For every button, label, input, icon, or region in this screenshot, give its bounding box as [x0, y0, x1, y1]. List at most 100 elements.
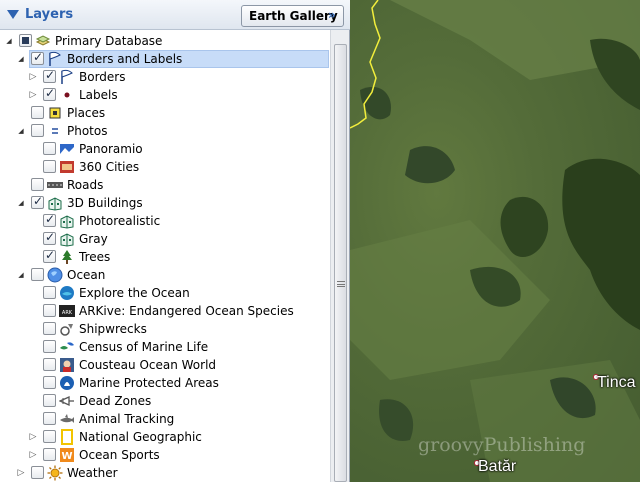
tree-row[interactable]: ▷ W Ocean Sports — [0, 446, 330, 464]
tree-row[interactable]: Trees — [0, 248, 330, 266]
scrollbar-grip-icon — [337, 281, 345, 287]
collapsed-arrow-icon[interactable]: ▷ — [28, 431, 38, 443]
layer-checkbox[interactable] — [19, 34, 32, 47]
tree-row-label[interactable]: 3D Buildings — [67, 196, 143, 210]
layers-title: Layers — [25, 7, 74, 22]
tree-row[interactable]: Cousteau Ocean World — [0, 356, 330, 374]
tree-row-label[interactable]: Explore the Ocean — [79, 286, 190, 300]
tree-row[interactable]: ▷ National Geographic — [0, 428, 330, 446]
tree-row-label[interactable]: National Geographic — [79, 430, 202, 444]
tree-row-label[interactable]: Borders — [79, 70, 125, 84]
tree-row-label[interactable]: Shipwrecks — [79, 322, 147, 336]
tree-row[interactable]: Marine Protected Areas — [0, 374, 330, 392]
layer-checkbox[interactable] — [31, 466, 44, 479]
tree-row-label[interactable]: ARKive: Endangered Ocean Species — [79, 304, 294, 318]
layer-checkbox[interactable] — [43, 304, 56, 317]
collapse-triangle-icon[interactable] — [7, 10, 19, 19]
tree-row-label[interactable]: Photorealistic — [79, 214, 160, 228]
tree-row[interactable]: ▷ Borders — [0, 68, 330, 86]
collapsed-arrow-icon[interactable]: ▷ — [16, 467, 26, 479]
scrollbar-thumb[interactable] — [334, 44, 347, 482]
tree-row[interactable]: ◢ 3D Buildings — [0, 194, 330, 212]
tree-row[interactable]: ◢ Ocean — [0, 266, 330, 284]
layers-panel: Layers Earth Gallery » ◢ Primary Database… — [0, 0, 350, 482]
layer-checkbox[interactable] — [31, 178, 44, 191]
layer-checkbox[interactable] — [43, 358, 56, 371]
tree-row-label[interactable]: Roads — [67, 178, 103, 192]
layer-checkbox[interactable] — [43, 86, 56, 101]
layer-checkbox[interactable] — [31, 194, 44, 209]
expanded-arrow-icon[interactable]: ◢ — [16, 125, 26, 137]
layer-checkbox[interactable] — [43, 212, 56, 227]
expanded-arrow-icon[interactable]: ◢ — [16, 53, 26, 65]
layer-checkbox[interactable] — [43, 448, 56, 461]
layer-checkbox[interactable] — [31, 268, 44, 281]
tree-row[interactable]: Dead Zones — [0, 392, 330, 410]
layer-checkbox[interactable] — [43, 68, 56, 83]
tree-row-label[interactable]: Borders and Labels — [67, 52, 182, 66]
tree-row[interactable]: ▷ Labels — [0, 86, 330, 104]
tree-row[interactable]: Animal Tracking — [0, 410, 330, 428]
tree-row-label[interactable]: Marine Protected Areas — [79, 376, 219, 390]
place-label-tinca[interactable]: Tinca — [597, 374, 636, 392]
layer-checkbox[interactable] — [43, 340, 56, 353]
layer-checkbox[interactable] — [31, 50, 44, 65]
collapsed-arrow-icon[interactable]: ▷ — [28, 71, 38, 83]
photos-icon — [47, 123, 63, 139]
layer-checkbox[interactable] — [43, 248, 56, 263]
tree-row-label[interactable]: Labels — [79, 88, 118, 102]
expanded-arrow-icon[interactable]: ◢ — [4, 35, 14, 47]
tree-row[interactable]: Gray — [0, 230, 330, 248]
collapsed-arrow-icon[interactable]: ▷ — [28, 89, 38, 101]
tree-row-label[interactable]: Places — [67, 106, 105, 120]
layer-checkbox[interactable] — [31, 124, 44, 137]
tree-row-label[interactable]: Census of Marine Life — [79, 340, 208, 354]
ocean-sports-icon: W — [59, 447, 75, 463]
tree-row[interactable]: ◢ Primary Database — [0, 32, 330, 50]
tree-row-label[interactable]: Animal Tracking — [79, 412, 174, 426]
cities-icon — [59, 159, 75, 175]
place-label-batar[interactable]: Batăr — [478, 458, 516, 476]
tree-row-label[interactable]: Ocean — [67, 268, 105, 282]
tree-row[interactable]: Roads — [0, 176, 330, 194]
layer-checkbox[interactable] — [43, 376, 56, 389]
tree-row[interactable]: Census of Marine Life — [0, 338, 330, 356]
tree-row-label[interactable]: Cousteau Ocean World — [79, 358, 216, 372]
tree-row-label[interactable]: Trees — [79, 250, 110, 264]
tree-row-label[interactable]: Dead Zones — [79, 394, 151, 408]
tree-row[interactable]: Shipwrecks — [0, 320, 330, 338]
tree-row[interactable]: ◢ Borders and Labels — [0, 50, 330, 68]
tree-row-label[interactable]: Weather — [67, 466, 118, 480]
layer-checkbox[interactable] — [43, 412, 56, 425]
tree-row-label[interactable]: Panoramio — [79, 142, 143, 156]
tree-row-label[interactable]: Gray — [79, 232, 108, 246]
tree-row[interactable]: ▷ Weather — [0, 464, 330, 482]
tree-row-label[interactable]: Photos — [67, 124, 107, 138]
dead-zones-icon — [58, 393, 75, 409]
tree-row[interactable]: Explore the Ocean — [0, 284, 330, 302]
tree-row-label[interactable]: 360 Cities — [79, 160, 139, 174]
layer-checkbox[interactable] — [31, 106, 44, 119]
layer-checkbox[interactable] — [43, 142, 56, 155]
earth-gallery-button[interactable]: Earth Gallery » — [241, 5, 344, 27]
tree-row-label[interactable]: Primary Database — [55, 34, 162, 48]
layers-header[interactable]: Layers Earth Gallery » — [0, 0, 350, 30]
tree-row[interactable]: Photorealistic — [0, 212, 330, 230]
layers-scrollbar[interactable] — [330, 30, 349, 482]
layer-checkbox[interactable] — [43, 160, 56, 173]
layer-checkbox[interactable] — [43, 322, 56, 335]
layer-checkbox[interactable] — [43, 230, 56, 245]
expanded-arrow-icon[interactable]: ◢ — [16, 269, 26, 281]
tree-row[interactable]: Places — [0, 104, 330, 122]
layer-checkbox[interactable] — [43, 394, 56, 407]
expanded-arrow-icon[interactable]: ◢ — [16, 197, 26, 209]
tree-row[interactable]: 360 Cities — [0, 158, 330, 176]
tree-row[interactable]: ARK ARKive: Endangered Ocean Species — [0, 302, 330, 320]
layer-checkbox[interactable] — [43, 430, 56, 443]
layer-checkbox[interactable] — [43, 286, 56, 299]
tree-row[interactable]: Panoramio — [0, 140, 330, 158]
tree-row-label[interactable]: Ocean Sports — [79, 448, 160, 462]
tree-row[interactable]: ◢ Photos — [0, 122, 330, 140]
map-view[interactable]: Tinca Batăr — [350, 0, 640, 482]
collapsed-arrow-icon[interactable]: ▷ — [28, 449, 38, 461]
